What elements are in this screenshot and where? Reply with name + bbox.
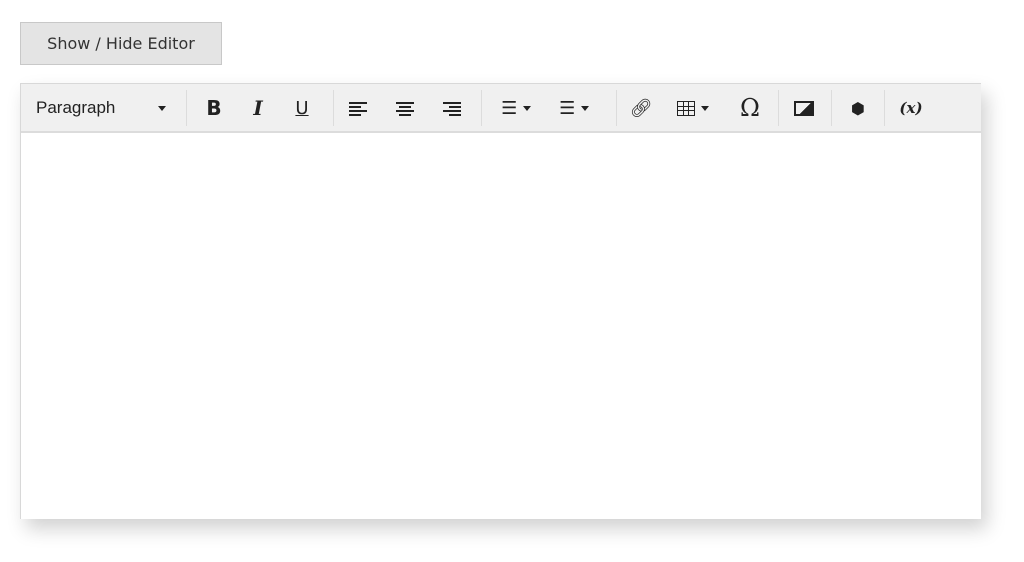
special-character-button[interactable]: Ω [736,94,764,122]
divider [831,90,832,126]
chevron-down-icon [700,105,709,111]
italic-button[interactable]: I [247,94,269,122]
divider [481,90,482,126]
divider [333,90,334,126]
bold-button[interactable]: B [203,94,225,122]
align-center-button[interactable] [396,94,414,122]
bullet-list-icon: ☰ [501,97,518,119]
table-icon [677,100,696,116]
format-select[interactable]: Paragraph [21,84,186,132]
cube-icon: ⬢ [851,98,865,118]
link-icon: 🔗︎ [629,97,653,119]
underline-button[interactable]: U [291,94,313,122]
align-right-button[interactable] [443,94,461,122]
bullet-list-button[interactable]: ☰ [493,94,539,122]
divider [186,90,187,126]
table-button[interactable] [675,94,711,122]
show-hide-editor-button[interactable]: Show / Hide Editor [20,22,222,65]
chevron-down-icon [522,105,531,111]
numbered-list-icon: ☰ [559,97,576,119]
numbered-list-button[interactable]: ☰ [551,94,597,122]
insert-variable-button[interactable]: (x) [897,94,925,122]
image-button[interactable] [793,94,815,122]
rich-text-editor: Paragraph B I U ☰ ☰ 🔗︎ Ω ⬢ (x) [20,83,981,519]
editor-toolbar: Paragraph B I U ☰ ☰ 🔗︎ Ω ⬢ (x) [21,84,981,133]
chevron-down-icon [580,105,589,111]
link-button[interactable]: 🔗︎ [629,94,653,122]
align-left-button[interactable] [349,94,367,122]
divider [616,90,617,126]
editor-content-area[interactable] [21,134,981,519]
divider [884,90,885,126]
format-select-value: Paragraph [36,98,116,117]
image-icon [794,100,814,116]
divider [778,90,779,126]
chevron-down-icon [158,106,166,111]
media-embed-button[interactable]: ⬢ [847,94,869,122]
